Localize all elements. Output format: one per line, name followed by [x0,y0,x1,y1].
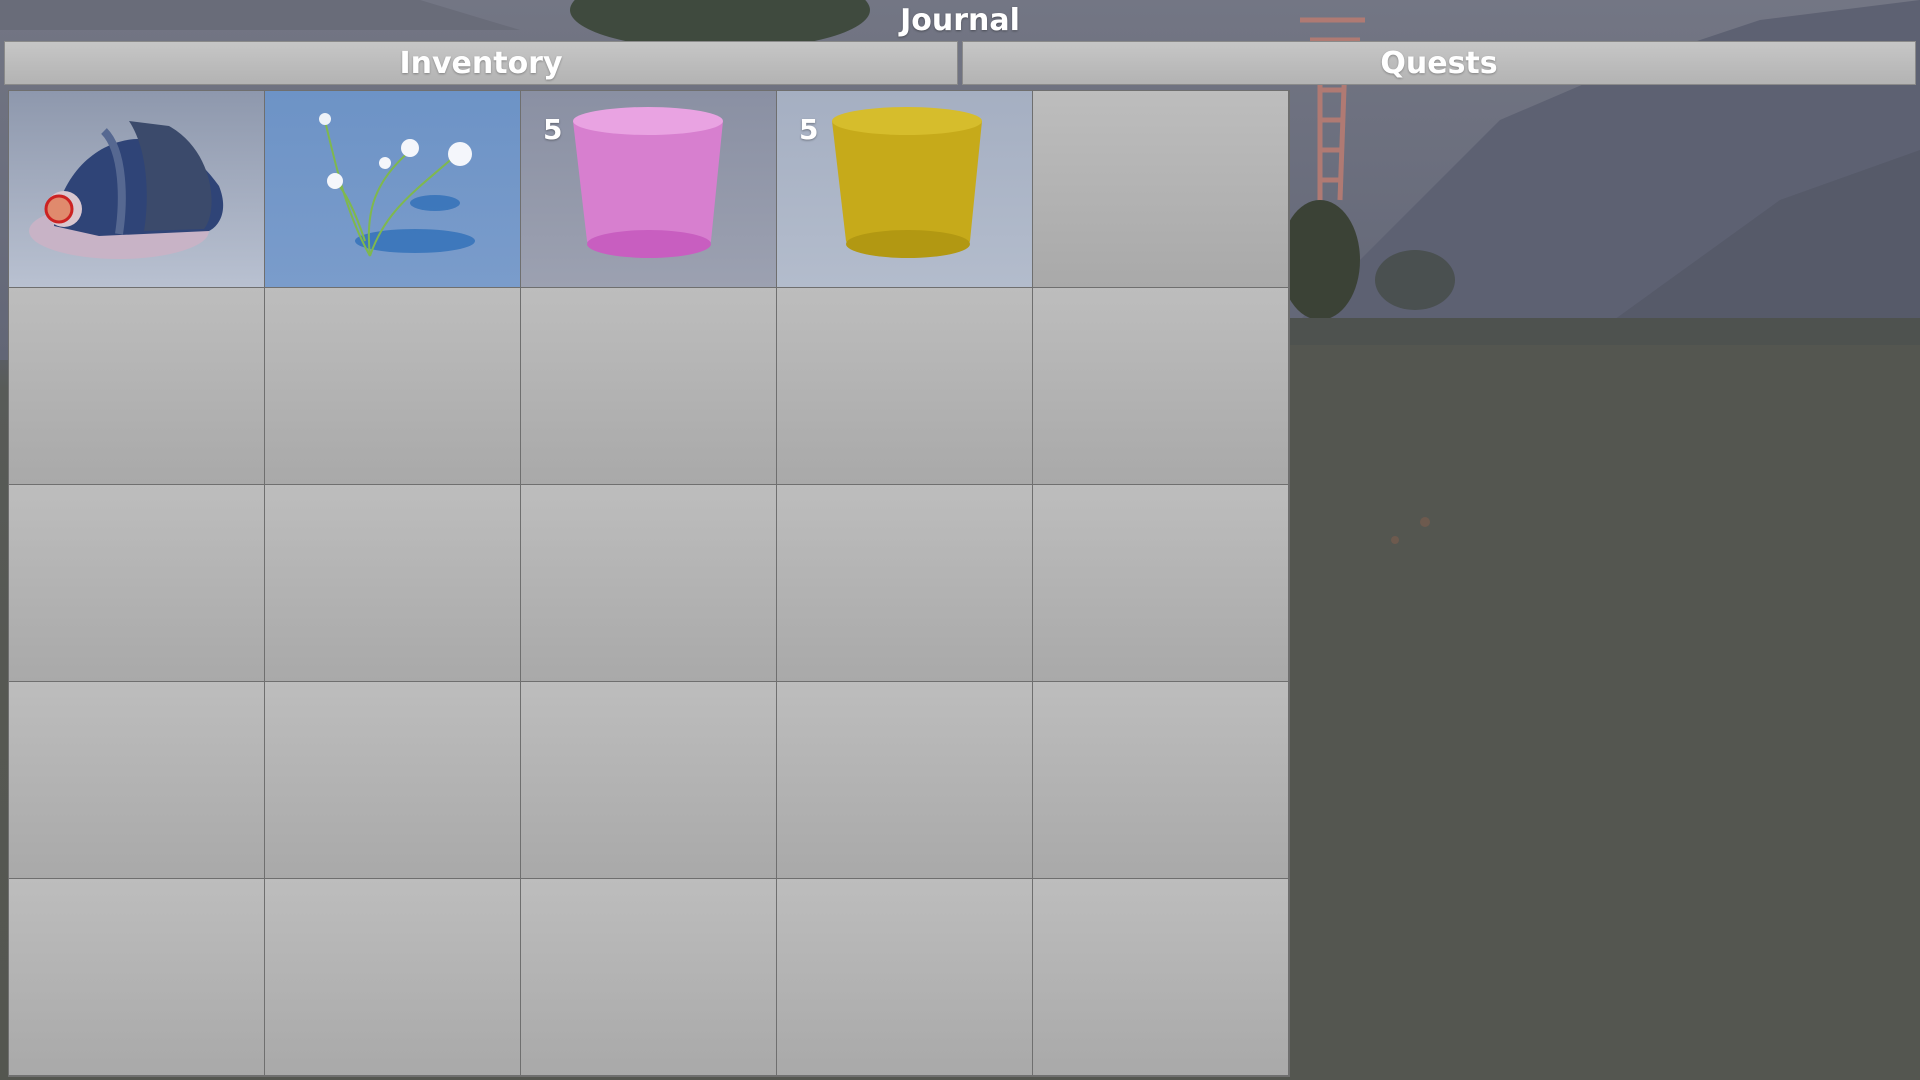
journal-tabs: Inventory Quests [4,41,1916,87]
inventory-slot-10[interactable] [1033,288,1288,484]
inventory-slot-17[interactable] [265,682,520,878]
inventory-slot-12[interactable] [265,485,520,681]
item-count: 5 [799,113,819,146]
game-screen: Journal Inventory Quests 5 5 [0,0,1920,1080]
inventory-slot-7[interactable] [265,288,520,484]
inventory-slot-1[interactable] [9,91,264,287]
inventory-slot-16[interactable] [9,682,264,878]
inventory-slot-24[interactable] [777,879,1032,1075]
tab-inventory[interactable]: Inventory [4,41,958,85]
inventory-slot-3[interactable]: 5 [521,91,776,287]
inventory-slot-6[interactable] [9,288,264,484]
miner-helmet-icon [29,121,224,259]
inventory-slot-11[interactable] [9,485,264,681]
inventory-slot-23[interactable] [521,879,776,1075]
item-count: 5 [543,113,563,146]
inventory-grid: 5 5 [8,90,1290,1077]
inventory-slot-14[interactable] [777,485,1032,681]
inventory-slot-22[interactable] [265,879,520,1075]
inventory-slot-9[interactable] [777,288,1032,484]
inventory-slot-5[interactable] [1033,91,1288,287]
inventory-slot-19[interactable] [777,682,1032,878]
journal-title: Journal [900,3,1020,38]
inventory-slot-20[interactable] [1033,682,1288,878]
inventory-slot-25[interactable] [1033,879,1288,1075]
inventory-slot-18[interactable] [521,682,776,878]
inventory-slot-15[interactable] [1033,485,1288,681]
inventory-slot-13[interactable] [521,485,776,681]
tab-quests[interactable]: Quests [962,41,1916,85]
inventory-slot-2[interactable] [265,91,520,287]
white-flower-sprig-icon [319,113,475,257]
inventory-slot-4[interactable]: 5 [777,91,1032,287]
inventory-slot-21[interactable] [9,879,264,1075]
inventory-slot-8[interactable] [521,288,776,484]
